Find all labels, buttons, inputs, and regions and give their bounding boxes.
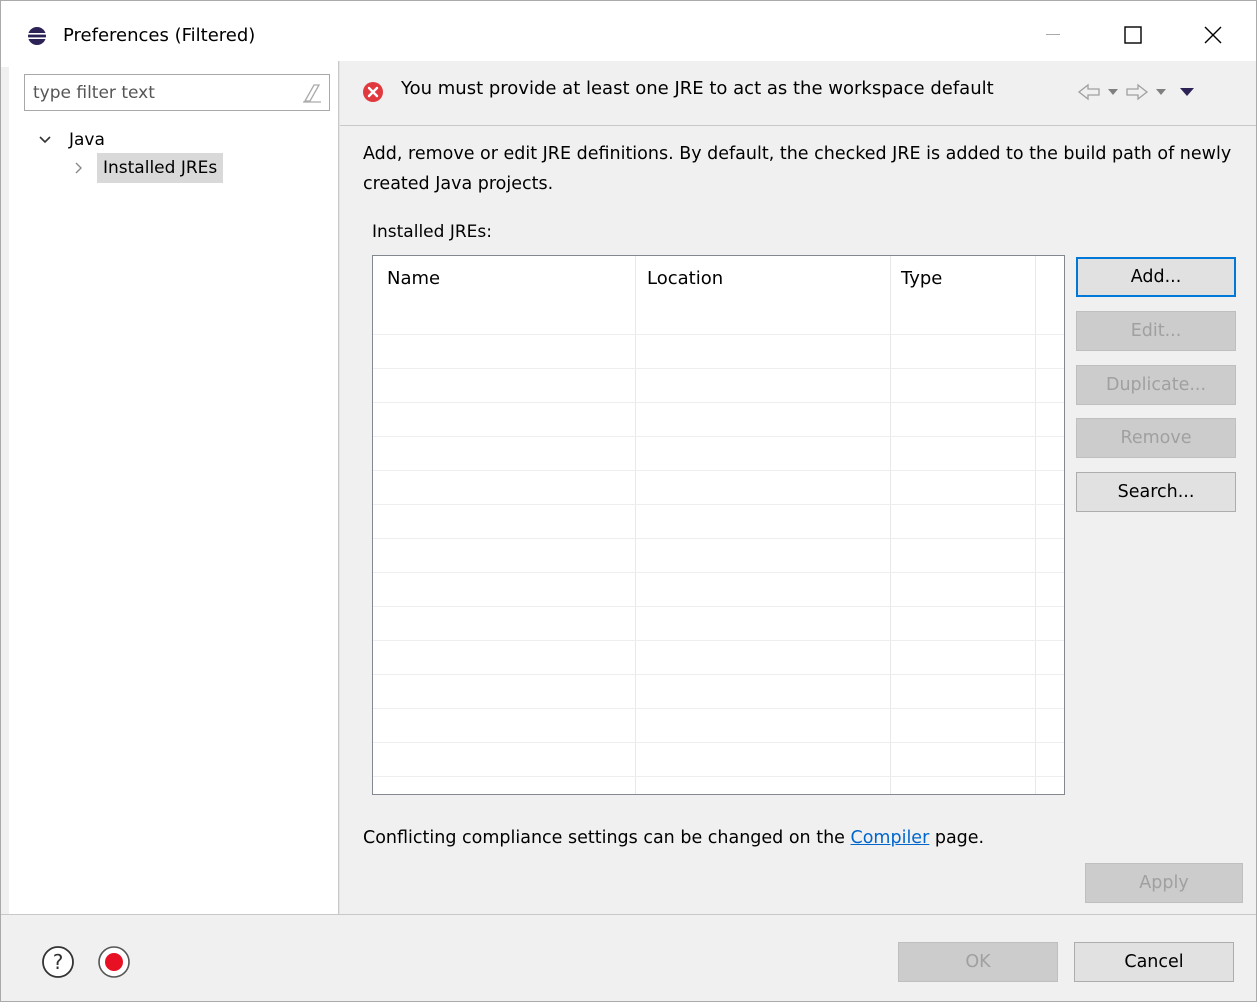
filter-field[interactable] (24, 74, 330, 111)
forward-arrow-icon[interactable] (1125, 83, 1149, 101)
edit-button[interactable]: Edit... (1076, 311, 1236, 351)
back-dropdown-icon[interactable] (1107, 88, 1119, 96)
column-header-name[interactable]: Name (387, 268, 440, 290)
close-button[interactable] (1167, 11, 1257, 59)
preference-tree-panel: Java Installed JREs (13, 67, 338, 913)
column-divider (1035, 256, 1036, 794)
preferences-window: Preferences (Filtered) Java (0, 0, 1257, 1002)
window-title: Preferences (Filtered) (63, 25, 256, 46)
close-icon (1204, 26, 1222, 44)
remove-button[interactable]: Remove (1076, 418, 1236, 458)
column-header-location[interactable]: Location (647, 268, 723, 290)
cancel-button[interactable]: Cancel (1074, 942, 1234, 982)
compliance-note-suffix: page. (929, 828, 985, 848)
clear-filter-icon[interactable] (301, 82, 323, 104)
error-message: You must provide at least one JRE to act… (401, 78, 994, 99)
view-menu-icon[interactable] (1179, 87, 1195, 97)
record-macro-icon[interactable] (97, 945, 131, 979)
row-divider (373, 538, 1064, 539)
preference-page: You must provide at least one JRE to act… (340, 61, 1256, 914)
minimize-button[interactable] (1007, 11, 1099, 59)
maximize-button[interactable] (1087, 11, 1179, 59)
chevron-right-icon[interactable] (69, 158, 89, 178)
back-arrow-icon[interactable] (1077, 83, 1101, 101)
row-divider (373, 708, 1064, 709)
row-divider (373, 504, 1064, 505)
column-header-type[interactable]: Type (901, 268, 942, 290)
minimize-icon (1046, 34, 1060, 35)
ok-button[interactable]: OK (898, 942, 1058, 982)
page-navigation (1077, 83, 1195, 101)
column-divider (635, 256, 636, 794)
row-divider (373, 606, 1064, 607)
duplicate-button[interactable]: Duplicate... (1076, 365, 1236, 405)
compliance-note-prefix: Conflicting compliance settings can be c… (363, 828, 851, 848)
row-divider (373, 436, 1064, 437)
row-divider (373, 776, 1064, 777)
row-divider (373, 742, 1064, 743)
message-separator (340, 125, 1256, 126)
add-button[interactable]: Add... (1076, 257, 1236, 297)
maximize-icon (1124, 26, 1142, 44)
compliance-note: Conflicting compliance settings can be c… (363, 826, 984, 850)
row-divider (373, 674, 1064, 675)
tree-item-label: Java (69, 130, 105, 150)
row-divider (373, 470, 1064, 471)
jre-table[interactable]: Name Location Type (372, 255, 1065, 795)
filter-input[interactable] (33, 82, 283, 104)
forward-dropdown-icon[interactable] (1155, 88, 1167, 96)
message-area: You must provide at least one JRE to act… (340, 61, 1256, 125)
tree-item-installed-jres[interactable]: Installed JREs (69, 153, 224, 183)
compiler-link[interactable]: Compiler (851, 828, 930, 848)
title-bar: Preferences (Filtered) (1, 1, 1256, 67)
tree-item-java[interactable]: Java (35, 125, 111, 155)
help-icon[interactable]: ? (41, 945, 75, 979)
search-button[interactable]: Search... (1076, 472, 1236, 512)
chevron-down-icon[interactable] (35, 130, 55, 150)
page-description: Add, remove or edit JRE definitions. By … (363, 144, 1232, 194)
row-divider (373, 334, 1064, 335)
row-divider (373, 572, 1064, 573)
column-divider (890, 256, 891, 794)
error-icon (363, 82, 383, 102)
eclipse-logo-icon (28, 27, 46, 45)
row-divider (373, 640, 1064, 641)
row-divider (373, 368, 1064, 369)
apply-button[interactable]: Apply (1085, 863, 1243, 903)
button-bar-separator (1, 914, 1256, 915)
installed-jres-label: Installed JREs: (372, 222, 492, 242)
tree-item-label: Installed JREs (97, 153, 224, 183)
row-divider (373, 402, 1064, 403)
svg-text:?: ? (53, 950, 64, 974)
